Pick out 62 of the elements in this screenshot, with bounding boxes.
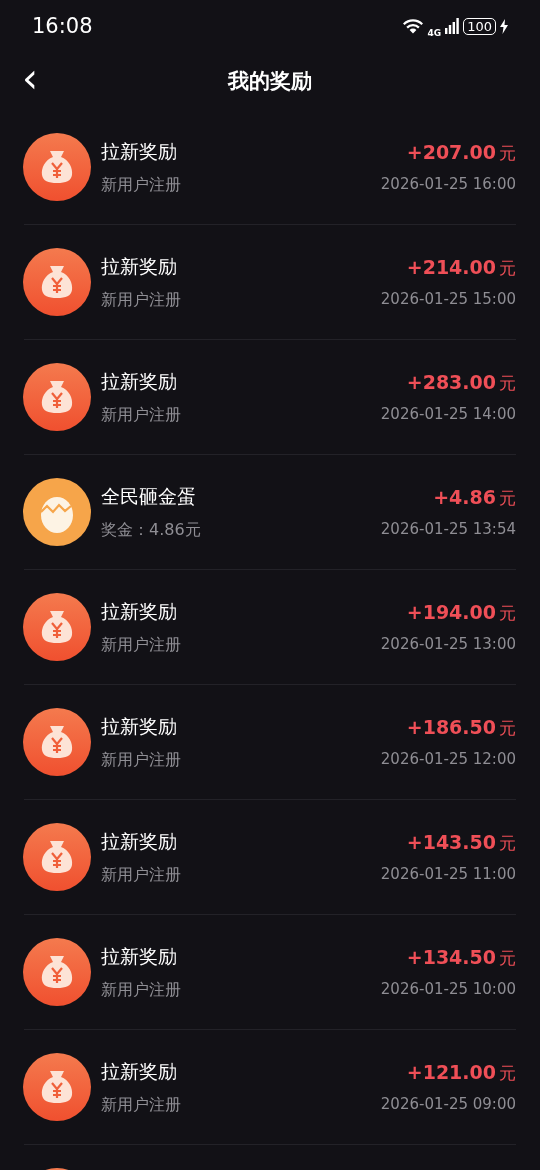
reward-time: 2026-01-25 13:54	[380, 520, 516, 538]
reward-title: 全民砸金蛋	[101, 483, 197, 509]
reward-title: 拉新奖励	[101, 943, 178, 969]
egg-icon	[23, 478, 91, 546]
reward-amount: +207.00	[406, 141, 496, 163]
money-bag-icon	[23, 133, 91, 201]
reward-amount: +143.50	[406, 831, 496, 853]
reward-description: 新用户注册	[101, 749, 182, 771]
currency-unit: 元	[499, 602, 516, 625]
network-label: 4G	[427, 28, 442, 38]
currency-unit: 元	[499, 142, 516, 165]
reward-time: 2026-01-25 16:00	[380, 175, 516, 193]
reward-title: 拉新奖励	[101, 138, 178, 164]
currency-unit: 元	[499, 1062, 516, 1085]
reward-time: 2026-01-25 13:00	[380, 635, 516, 653]
reward-title: 拉新奖励	[101, 598, 178, 624]
reward-title: 拉新奖励	[101, 368, 178, 394]
back-button[interactable]: ‹	[14, 60, 46, 96]
reward-amount: +283.00	[406, 371, 496, 393]
money-bag-icon	[23, 593, 91, 661]
money-bag-icon	[23, 938, 91, 1006]
charging-icon	[500, 18, 508, 34]
reward-amount: +194.00	[406, 601, 496, 623]
currency-unit: 元	[499, 257, 516, 280]
reward-description: 新用户注册	[101, 634, 182, 656]
money-bag-icon	[23, 363, 91, 431]
reward-amount: +134.50	[406, 946, 496, 968]
reward-title: 拉新奖励	[101, 253, 178, 279]
reward-description: 新用户注册	[101, 864, 182, 886]
reward-amount: +121.00	[406, 1061, 496, 1083]
status-time: 16:08	[32, 14, 93, 38]
money-bag-icon	[23, 248, 91, 316]
page-title: 我的奖励	[228, 68, 312, 95]
battery-level: 100	[463, 17, 496, 35]
reward-description: 新用户注册	[101, 289, 182, 311]
reward-time: 2026-01-25 12:00	[380, 750, 516, 768]
reward-title: 拉新奖励	[101, 828, 178, 854]
reward-time: 2026-01-25 14:00	[380, 405, 516, 423]
money-bag-icon	[23, 1053, 91, 1121]
reward-description: 新用户注册	[101, 1094, 182, 1116]
reward-time: 2026-01-25 09:00	[380, 1095, 516, 1113]
reward-description: 新用户注册	[101, 979, 182, 1001]
reward-description: 新用户注册	[101, 174, 182, 196]
reward-time: 2026-01-25 11:00	[380, 865, 516, 883]
reward-description: 新用户注册	[101, 404, 182, 426]
reward-description: 奖金：4.86元	[101, 519, 202, 541]
reward-time: 2026-01-25 10:00	[380, 980, 516, 998]
reward-amount: +214.00	[406, 256, 496, 278]
reward-amount: +4.86	[433, 486, 496, 508]
wifi-icon	[401, 18, 424, 34]
currency-unit: 元	[499, 947, 516, 970]
reward-time: 2026-01-25 15:00	[380, 290, 516, 308]
currency-unit: 元	[499, 372, 516, 395]
reward-title: 拉新奖励	[101, 1058, 178, 1084]
reward-title: 拉新奖励	[101, 713, 178, 739]
currency-unit: 元	[499, 717, 516, 740]
currency-unit: 元	[499, 487, 516, 510]
money-bag-icon	[23, 823, 91, 891]
currency-unit: 元	[499, 832, 516, 855]
reward-amount: +186.50	[406, 716, 496, 738]
signal-icon	[445, 18, 460, 34]
money-bag-icon	[23, 708, 91, 776]
